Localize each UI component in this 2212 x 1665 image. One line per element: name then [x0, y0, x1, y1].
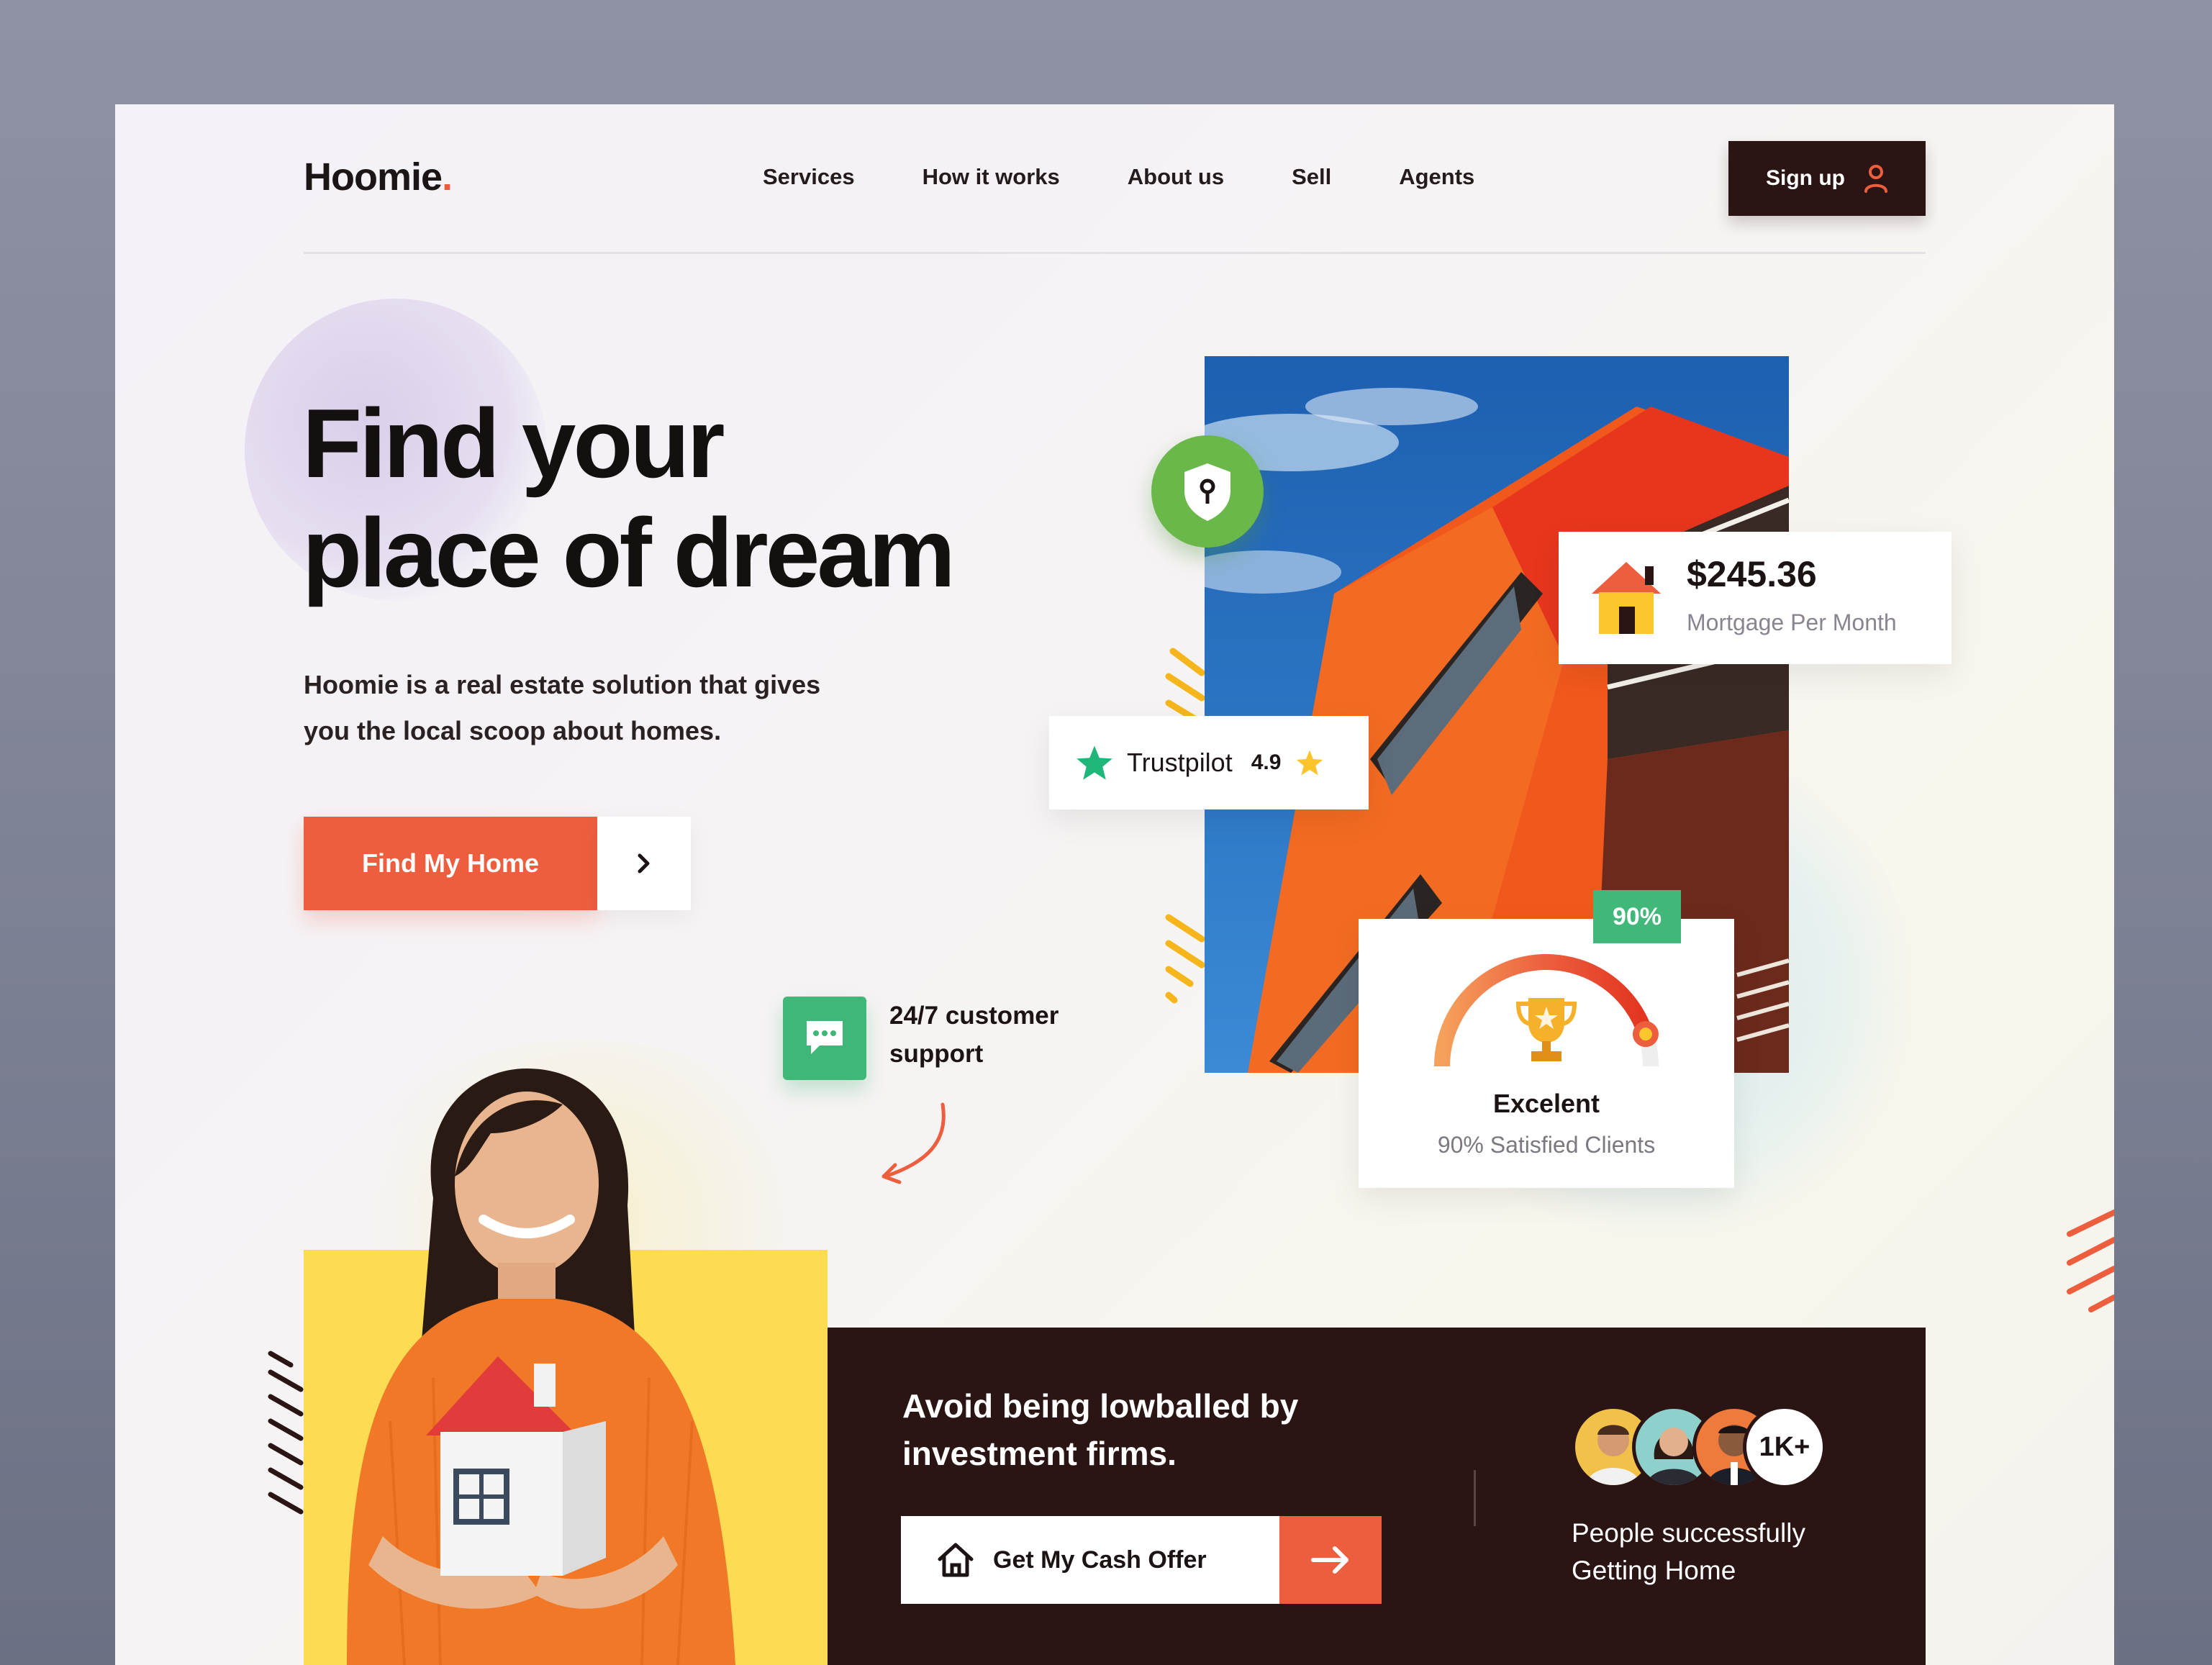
woman-holding-house-photo	[347, 1069, 735, 1665]
rating-subtitle: 90% Satisfied Clients	[1437, 1132, 1656, 1158]
support-line1: 24/7 customer	[889, 1002, 1059, 1030]
logo-dot: .	[442, 155, 453, 199]
curved-arrow-decoration	[881, 1102, 946, 1184]
hero-title-line2: place of dream	[302, 498, 956, 607]
trustpilot-score: 4.9	[1251, 750, 1282, 774]
trophy-icon	[1515, 998, 1577, 1061]
mortgage-card: $245.36 Mortgage Per Month	[1559, 532, 1952, 664]
support-line2: support	[889, 1040, 984, 1068]
hero-subtitle-line1: Hoomie is a real estate solution that gi…	[304, 670, 821, 699]
hero-next-button[interactable]	[597, 817, 691, 910]
support-text: 24/7 customer support	[889, 997, 1120, 1073]
social-proof-line1: People successfully	[1572, 1518, 1805, 1548]
rating-percent: 90%	[1612, 902, 1662, 930]
main-nav: Services How it works About us Sell Agen…	[763, 164, 1542, 190]
hero-subtitle: Hoomie is a real estate solution that gi…	[304, 662, 879, 754]
social-proof-line2: Getting Home	[1572, 1556, 1736, 1585]
chat-bubble-icon	[807, 1021, 843, 1054]
chevron-right-icon	[638, 853, 650, 874]
cash-offer-label: Get My Cash Offer	[993, 1546, 1207, 1574]
trustpilot-name: Trustpilot	[1127, 748, 1233, 777]
trustpilot-card: Trustpilot 4.9	[1049, 716, 1369, 809]
banner-divider	[1474, 1470, 1476, 1526]
header-divider	[304, 252, 1926, 254]
cta-title-line2: investment firms.	[902, 1435, 1177, 1472]
hero-title-line1: Find your	[302, 389, 725, 498]
sign-up-button[interactable]: Sign up	[1728, 141, 1926, 216]
nav-link-services[interactable]: Services	[763, 164, 855, 190]
nav-link-about-us[interactable]: About us	[1128, 164, 1224, 190]
cash-offer-arrow-button[interactable]	[1279, 1516, 1382, 1604]
nav-link-sell[interactable]: Sell	[1292, 164, 1331, 190]
logo[interactable]: Hoomie.	[304, 155, 453, 199]
arrow-right-icon	[1311, 1546, 1348, 1574]
rating-title: Excelent	[1492, 1089, 1600, 1118]
cta-title-line1: Avoid being lowballed by	[902, 1387, 1299, 1425]
rating-card: Excelent 90% Satisfied Clients	[1359, 919, 1734, 1188]
mortgage-label: Mortgage Per Month	[1687, 609, 1897, 635]
logo-text: Hoomie	[304, 155, 443, 199]
find-my-home-button[interactable]: Find My Home	[304, 817, 597, 910]
security-badge	[1151, 435, 1264, 548]
nav-link-how-it-works[interactable]: How it works	[923, 164, 1060, 190]
find-my-home-label: Find My Home	[361, 848, 539, 878]
landing-page: Hoomie. Services How it works About us S…	[115, 104, 2114, 1665]
cta-banner	[828, 1328, 1926, 1665]
mortgage-price: $245.36	[1687, 554, 1817, 594]
rating-percent-badge: 90%	[1593, 890, 1681, 943]
avatar-count: 1K+	[1743, 1405, 1826, 1489]
star-icon	[1076, 745, 1112, 780]
home-outline-icon	[938, 1543, 974, 1577]
social-proof-text: People successfully Getting Home	[1572, 1515, 1859, 1589]
sign-up-label: Sign up	[1766, 166, 1845, 190]
shield-key-icon	[1184, 463, 1230, 521]
nav-link-agents[interactable]: Agents	[1399, 164, 1474, 190]
hero-title: Find your place of dream	[302, 389, 956, 607]
cta-title: Avoid being lowballed by investment firm…	[902, 1382, 1420, 1477]
avatar-group: 1K+	[1572, 1405, 1831, 1494]
avatar-count-label: 1K+	[1759, 1431, 1810, 1462]
user-icon	[1864, 165, 1887, 193]
get-cash-offer-button[interactable]: Get My Cash Offer	[901, 1516, 1279, 1604]
zigzag-decoration	[268, 1351, 304, 1515]
zigzag-decoration	[2067, 1210, 2114, 1312]
star-icon	[1297, 750, 1323, 776]
hero-subtitle-line2: you the local scoop about homes.	[304, 716, 722, 745]
house-icon	[1592, 562, 1661, 634]
